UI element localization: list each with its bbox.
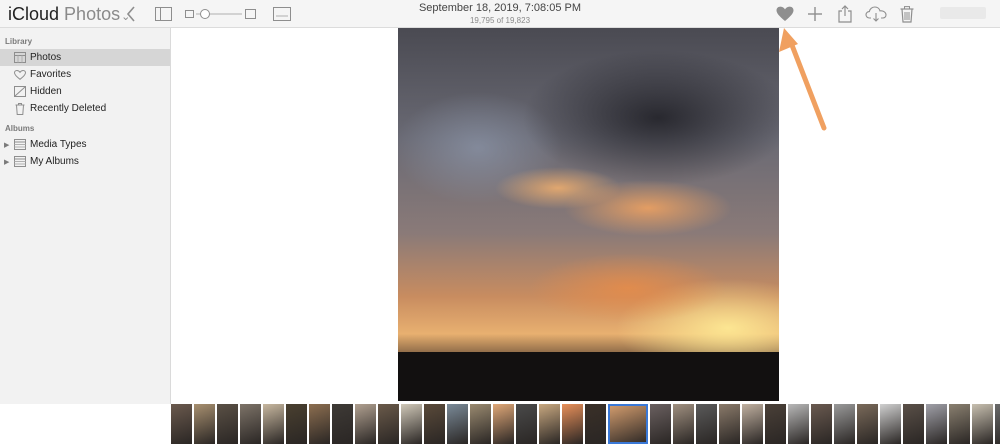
filmstrip-thumbnail[interactable] <box>424 404 445 444</box>
photo-tower <box>628 354 642 368</box>
photo-date: September 18, 2019, 7:08:05 PM <box>418 2 582 14</box>
sidebar-item-media-types[interactable]: ▶ Media Types <box>0 136 170 153</box>
filmstrip-thumbnail[interactable] <box>470 404 491 444</box>
heart-icon[interactable] <box>775 4 795 24</box>
annotation-arrow-icon <box>779 28 827 131</box>
toolbar: iCloud Photos⌄ September 18, 2019, 7:08:… <box>0 0 1000 28</box>
sidebar-item-my-albums[interactable]: ▶ My Albums <box>0 153 170 170</box>
folder-icon <box>14 156 26 168</box>
photo-treeline <box>398 352 779 401</box>
folder-icon <box>14 139 26 151</box>
zoom-in-icon[interactable] <box>244 4 256 24</box>
filmstrip-thumbnail[interactable] <box>539 404 560 444</box>
trash-icon <box>14 102 26 115</box>
filmstrip-thumbnail[interactable] <box>834 404 855 444</box>
share-icon[interactable] <box>836 4 854 24</box>
filmstrip-thumbnail[interactable] <box>355 404 376 444</box>
filmstrip-thumbnail[interactable] <box>240 404 261 444</box>
filmstrip-thumbnail[interactable] <box>903 404 924 444</box>
disclosure-triangle-icon[interactable]: ▶ <box>4 158 9 166</box>
filmstrip-thumbnail[interactable] <box>650 404 671 444</box>
download-icon[interactable] <box>864 4 888 24</box>
zoom-slider[interactable] <box>196 4 242 24</box>
sidebar-item-photos[interactable]: Photos <box>0 49 170 66</box>
main-photo[interactable] <box>398 28 779 401</box>
app-name: Photos <box>64 4 121 24</box>
trash-icon[interactable] <box>898 4 916 24</box>
filmstrip-thumbnail[interactable] <box>788 404 809 444</box>
filmstrip-thumbnail[interactable] <box>857 404 878 444</box>
plus-icon[interactable] <box>806 4 824 24</box>
filmstrip-thumbnail[interactable] <box>171 404 192 444</box>
filmstrip-thumbnail[interactable] <box>562 404 583 444</box>
sidebar: Library Photos Favorites Hidden Recently… <box>0 28 171 404</box>
filmstrip-thumbnail[interactable] <box>493 404 514 444</box>
filmstrip-thumbnail[interactable] <box>995 404 1000 444</box>
app-title[interactable]: iCloud Photos⌄ <box>8 4 130 25</box>
sidebar-item-label: Photos <box>30 52 62 63</box>
sidebar-item-label: Media Types <box>30 139 87 150</box>
filmstrip-thumbnail[interactable] <box>719 404 740 444</box>
sidebar-item-recently-deleted[interactable]: Recently Deleted <box>0 100 170 117</box>
disclosure-triangle-icon[interactable]: ▶ <box>4 141 9 149</box>
filmstrip-thumbnail[interactable] <box>608 404 648 444</box>
filmstrip-thumbnail[interactable] <box>949 404 970 444</box>
sidebar-item-label: Favorites <box>30 69 72 80</box>
photo-count: 19,795 of 19,823 <box>469 16 531 25</box>
brand-name: iCloud <box>8 4 60 24</box>
filmstrip-thumbnail[interactable] <box>880 404 901 444</box>
filmstrip-thumbnail[interactable] <box>585 404 606 444</box>
sidebar-item-label: My Albums <box>30 156 79 167</box>
filmstrip-thumbnail[interactable] <box>194 404 215 444</box>
filmstrip-thumbnail[interactable] <box>926 404 947 444</box>
albums-section-label: Albums <box>5 124 35 133</box>
filmstrip-thumbnail[interactable] <box>332 404 353 444</box>
filmstrip-thumbnail[interactable] <box>765 404 786 444</box>
filmstrip-thumbnail[interactable] <box>286 404 307 444</box>
filmstrip-thumbnail[interactable] <box>516 404 537 444</box>
filmstrip-thumbnail[interactable] <box>811 404 832 444</box>
heart-icon <box>14 69 26 81</box>
sunset-photo <box>398 28 779 401</box>
filmstrip-thumbnail[interactable] <box>972 404 993 444</box>
filmstrip-thumbnail[interactable] <box>217 404 238 444</box>
filmstrip-thumbnail[interactable] <box>742 404 763 444</box>
filmstrip <box>171 404 1000 444</box>
library-section-label: Library <box>5 37 33 46</box>
user-menu[interactable] <box>940 7 986 19</box>
filmstrip-thumbnail[interactable] <box>447 404 468 444</box>
filmstrip-thumbnail[interactable] <box>696 404 717 444</box>
filmstrip-thumbnail[interactable] <box>401 404 422 444</box>
photos-icon <box>14 52 26 64</box>
info-icon[interactable] <box>272 4 292 24</box>
filmstrip-thumbnail[interactable] <box>673 404 694 444</box>
sidebar-item-label: Recently Deleted <box>30 103 107 114</box>
back-chevron-icon[interactable] <box>124 4 138 24</box>
filmstrip-thumbnail[interactable] <box>263 404 284 444</box>
zoom-out-icon[interactable] <box>184 4 194 24</box>
sidebar-item-label: Hidden <box>30 86 62 97</box>
sidebar-toggle-icon[interactable] <box>154 4 172 24</box>
filmstrip-thumbnail[interactable] <box>309 404 330 444</box>
filmstrip-thumbnail[interactable] <box>378 404 399 444</box>
hidden-icon <box>14 86 26 98</box>
sidebar-item-favorites[interactable]: Favorites <box>0 66 170 83</box>
sidebar-item-hidden[interactable]: Hidden <box>0 83 170 100</box>
